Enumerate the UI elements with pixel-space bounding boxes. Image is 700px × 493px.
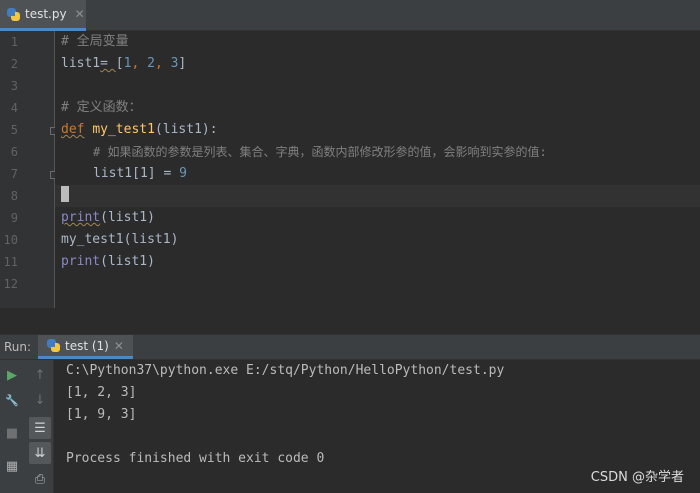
restore-layout-button[interactable]: ▦ [1,455,23,477]
code-line-7: list1[1] = 9 [93,163,187,185]
line-number: 7 [10,167,18,181]
tab-test-py[interactable]: test.py ✕ [0,0,86,31]
builtin-print: print [61,254,101,269]
line-number: 8 [10,189,18,203]
scroll-down-button[interactable]: ↓ [29,389,51,411]
code-line-10: my_test1(list1) [61,232,179,247]
code-line-11: print(list1) [61,251,155,273]
code-line-8-current[interactable] [55,185,700,207]
settings-wrench-button[interactable]: 🔧 [1,389,23,411]
keyword-def: def [61,122,85,137]
line-number: 10 [3,233,18,247]
bracket: [ [115,56,124,71]
console-line: [1, 2, 3] [66,385,137,400]
identifier: list1 [61,56,101,71]
line-number: 11 [3,255,18,269]
separator: , [154,56,171,71]
run-tab-test[interactable]: test (1) ✕ [38,335,133,359]
code-line-6: # 如果函数的参数是列表、集合、字典，函数内部修改形参的值，会影响到实参的值: [93,145,547,159]
run-title: Run: [4,340,32,354]
line-number: 12 [3,277,18,291]
code-line-5: def my_test1(list1): [61,119,218,141]
number-literal: 9 [179,166,187,181]
console-line: [1, 9, 3] [66,407,137,422]
editor-spacer [0,308,700,334]
line-number-gutter: 1 2 3 4 5 6 7 8 9 10 11 12 [0,31,57,308]
call-args: (list1) [100,210,155,225]
python-run-icon [47,339,60,352]
builtin-print: print [61,210,101,225]
editor-tab-bar: test.py ✕ [0,0,700,31]
print-button[interactable]: ⎙ [29,468,51,490]
code-line-9: print(list1) [61,207,155,229]
code-editor[interactable]: # 全局变量 list1= [1, 2, 3] # 定义函数： def my_t… [55,31,700,308]
bracket: ] [178,56,187,71]
line-number: 1 [10,35,18,49]
soft-wrap-toggle[interactable]: ☰ [29,417,51,439]
separator: , [131,56,148,71]
line-number: 4 [10,101,18,115]
tab-label: test.py [25,7,67,21]
function-args: (list1): [154,122,218,137]
scroll-up-button[interactable]: ↑ [29,364,51,386]
code-line-2: list1= [1, 2, 3] [61,53,186,75]
line-number: 5 [10,123,18,137]
text-caret [61,186,69,202]
line-number: 6 [10,145,18,159]
stop-button[interactable]: ■ [1,422,23,444]
line-number: 2 [10,57,18,71]
code-line-1: # 全局变量 [61,34,129,49]
watermark: CSDN @杂学者 [590,470,684,485]
line-number: 3 [10,79,18,93]
run-tab-label: test (1) [65,338,109,353]
console-line: Process finished with exit code 0 [66,451,325,466]
call-args: (list1) [100,254,155,269]
run-tool-window-header: Run: test (1) ✕ [0,334,700,360]
close-run-tab-icon[interactable]: ✕ [114,339,124,353]
python-file-icon [7,7,20,21]
line-number: 9 [10,211,18,225]
assignment: list1[1] = [93,166,180,181]
rerun-button[interactable]: ▶ [1,364,23,386]
number-literal: 2 [147,56,155,71]
scroll-to-end-toggle[interactable]: ⇊ [29,442,51,464]
function-name: my_test1 [92,122,155,137]
console-line: C:\Python37\python.exe E:/stq/Python/Hel… [66,363,505,378]
close-tab-icon[interactable]: ✕ [75,7,85,21]
operator: = [100,56,116,71]
run-toolbar: ▶ ↑ 🔧 ↓ ■ ☰ ⇊ ▦ ⎙ [0,360,54,493]
code-line-4: # 定义函数： [61,100,142,115]
